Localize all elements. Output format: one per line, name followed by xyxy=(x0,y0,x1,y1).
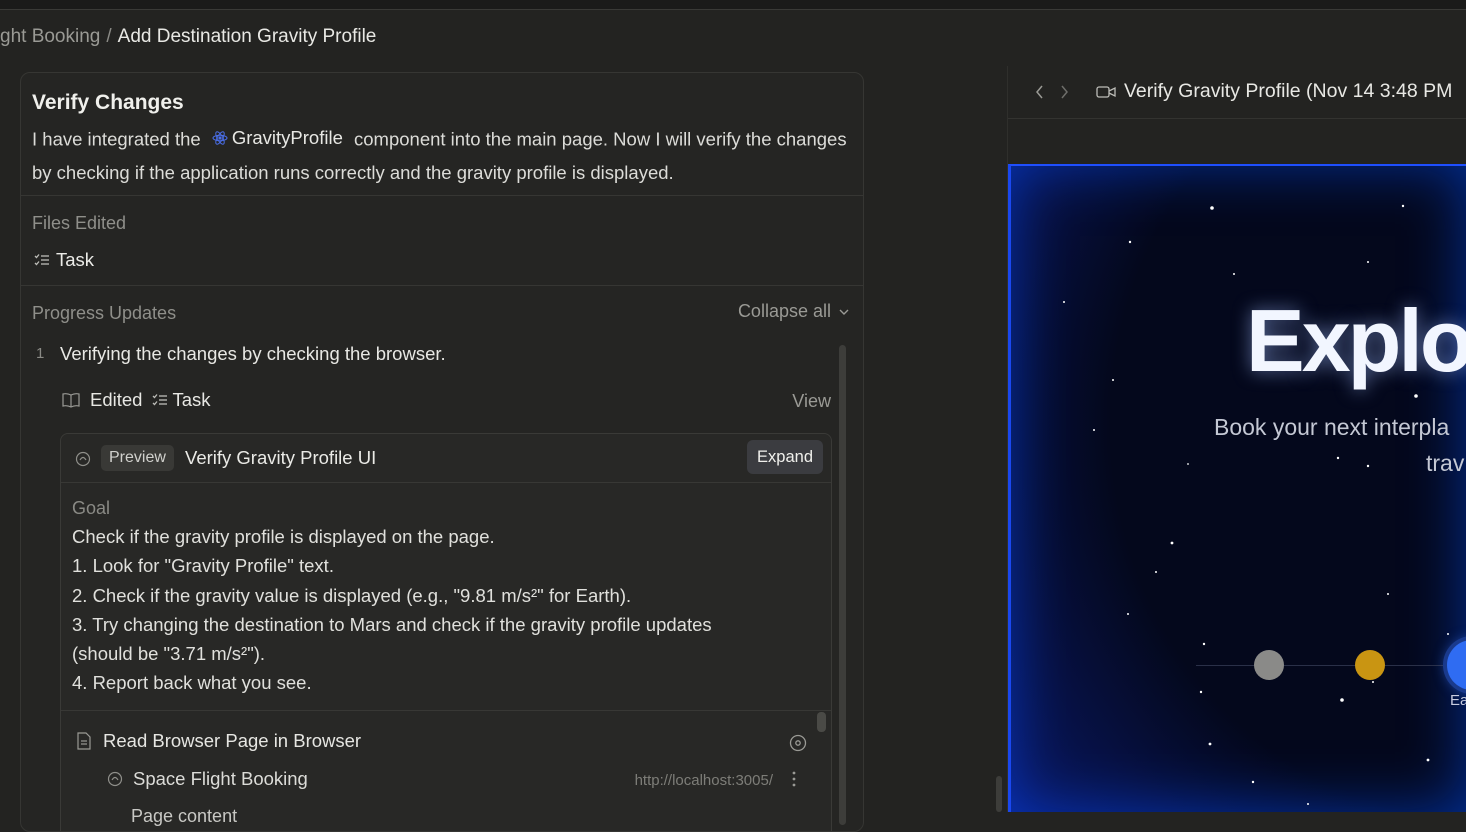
step-description: I have integrated the GravityProfile com… xyxy=(32,121,852,189)
starfield xyxy=(1063,204,1449,805)
step-card: Verify Changes I have integrated the Gra… xyxy=(20,72,864,832)
chevron-left-icon[interactable] xyxy=(1034,84,1044,100)
edited-file-task[interactable]: Task xyxy=(34,249,94,271)
planet-venus[interactable] xyxy=(1355,650,1385,680)
window-top-bar xyxy=(0,0,1466,10)
chevron-down-icon xyxy=(839,309,849,315)
goal-line: Check if the gravity profile is displaye… xyxy=(72,526,495,547)
site-url[interactable]: http://localhost:3005/ xyxy=(635,772,773,789)
divider xyxy=(21,195,863,196)
collapse-all-button[interactable]: Collapse all xyxy=(738,301,849,322)
edited-row: Edited Task xyxy=(62,389,211,411)
goal-scrollbar[interactable] xyxy=(817,712,826,732)
edited-label: Edited xyxy=(90,389,143,410)
goal-label: Goal xyxy=(72,498,111,518)
clock-icon[interactable] xyxy=(789,734,807,752)
step-title: Verify Changes xyxy=(32,91,184,114)
hero-title: Explor xyxy=(1246,291,1466,390)
edited-file-name: Task xyxy=(56,249,95,270)
step-desc-before: I have integrated the xyxy=(32,128,201,150)
goal-line: 4. Report back what you see. xyxy=(72,672,312,694)
goal-text: Check if the gravity profile is displaye… xyxy=(72,522,812,698)
collapse-all-label: Collapse all xyxy=(737,301,831,321)
checklist-icon xyxy=(34,254,49,266)
site-row[interactable]: Space Flight Booking xyxy=(107,768,308,790)
subtask-title: Verify Gravity Profile UI xyxy=(185,447,377,468)
chevron-right-icon[interactable] xyxy=(1060,84,1070,100)
planet-mercury[interactable] xyxy=(1254,650,1284,680)
edited-task-link[interactable]: Task xyxy=(152,389,211,411)
divider xyxy=(61,710,831,711)
goal-line: 2. Check if the gravity value is display… xyxy=(72,584,632,606)
pane-scrollbar[interactable] xyxy=(996,776,1002,812)
breadcrumb: ght Booking / Add Destination Gravity Prof… xyxy=(0,26,376,48)
video-camera-icon xyxy=(1096,86,1116,98)
read-browser-action[interactable]: Read Browser Page in Browser xyxy=(77,730,361,752)
files-edited-label: Files Edited xyxy=(32,213,127,233)
globe-icon xyxy=(107,771,123,787)
component-chip[interactable]: GravityProfile xyxy=(212,121,343,154)
browser-recording-frame: Explor Book your next interpla trav Ea xyxy=(1008,164,1466,812)
progress-item-text: Verifying the changes by checking the br… xyxy=(60,343,446,364)
hero-subtitle: Book your next interpla xyxy=(1214,414,1450,440)
view-link[interactable]: View xyxy=(792,391,831,412)
goal-line: 1. Look for "Gravity Profile" text. xyxy=(72,555,334,577)
edited-task-name: Task xyxy=(172,389,211,410)
goal-line: (should be "3.71 m/s²"). xyxy=(72,643,266,665)
progress-updates-label: Progress Updates xyxy=(32,303,177,323)
checklist-icon xyxy=(153,394,168,406)
progress-scrollbar[interactable] xyxy=(839,345,846,825)
progress-item-number: 1 xyxy=(36,345,45,362)
react-icon xyxy=(212,130,228,145)
breadcrumb-parent[interactable]: ght Booking xyxy=(0,26,100,47)
divider xyxy=(21,285,863,286)
hero-subtitle-continued: trav xyxy=(1426,450,1465,476)
planet-track xyxy=(1196,665,1466,666)
recording-pane: Verify Gravity Profile (Nov 14 3:48 PM E… xyxy=(1007,66,1466,812)
subtask-header: Preview Verify Gravity Profile UI Expand xyxy=(61,434,831,483)
subtask-card: Preview Verify Gravity Profile UI Expand… xyxy=(60,433,832,831)
recording-toolbar: Verify Gravity Profile (Nov 14 3:48 PM xyxy=(1008,66,1466,119)
breadcrumb-current: Add Destination Gravity Profile xyxy=(117,26,377,47)
preview-badge: Preview xyxy=(101,445,174,471)
site-name: Space Flight Booking xyxy=(133,768,308,789)
expand-button[interactable]: Expand xyxy=(747,440,823,474)
recording-title: Verify Gravity Profile (Nov 14 3:48 PM xyxy=(1124,80,1453,102)
planet-label: Ea xyxy=(1450,692,1466,709)
breadcrumb-separator: / xyxy=(106,26,112,47)
book-icon xyxy=(62,393,80,408)
document-icon xyxy=(77,732,91,750)
component-name: GravityProfile xyxy=(231,127,343,148)
more-options-icon[interactable] xyxy=(791,770,797,788)
goal-line: 3. Try changing the destination to Mars … xyxy=(72,613,712,635)
read-browser-label: Read Browser Page in Browser xyxy=(103,730,362,751)
truncated-text: Page content xyxy=(131,806,238,826)
preview-icon xyxy=(75,451,91,467)
